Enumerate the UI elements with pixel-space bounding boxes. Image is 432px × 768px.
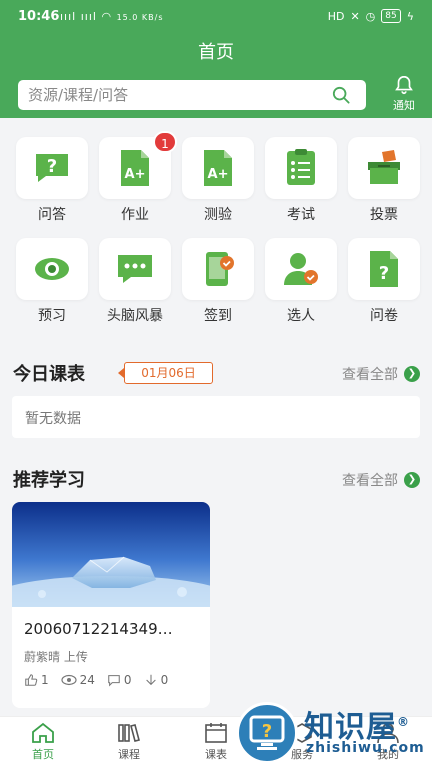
course-stats: 1 24 0 0 bbox=[24, 673, 168, 687]
app-preview[interactable]: 预习 bbox=[13, 238, 91, 334]
course-title[interactable]: 20060712214349… bbox=[24, 620, 204, 638]
eye-icon bbox=[61, 674, 77, 686]
watermark-logo: ? bbox=[236, 702, 298, 764]
svg-text:?: ? bbox=[47, 156, 57, 177]
mute-icon: ✕ bbox=[350, 9, 360, 23]
app-label: 预习 bbox=[38, 308, 66, 324]
download-icon bbox=[145, 674, 156, 686]
svg-text:A+: A+ bbox=[208, 167, 229, 182]
notify-label: 通知 bbox=[393, 99, 415, 112]
app-label: 问答 bbox=[38, 207, 66, 223]
questionnaire-icon: ? bbox=[370, 251, 398, 287]
svg-text:A+: A+ bbox=[125, 167, 146, 182]
app-label: 头脑风暴 bbox=[107, 308, 163, 324]
app-label: 问卷 bbox=[370, 308, 398, 324]
schedule-date-tag: 01月06日 bbox=[118, 362, 213, 384]
schedule-view-all[interactable]: 查看全部 ❯ bbox=[342, 364, 420, 384]
app-quiz[interactable]: A+ 测验 bbox=[179, 137, 257, 233]
app-questionnaire[interactable]: ? 问卷 bbox=[345, 238, 423, 334]
ice-image bbox=[12, 502, 210, 607]
schedule-empty: 暂无数据 bbox=[12, 396, 420, 438]
app-label: 测验 bbox=[204, 207, 232, 223]
search-bar[interactable] bbox=[18, 80, 366, 110]
charging-icon: ϟ bbox=[406, 9, 414, 23]
recommend-title: 推荐学习 bbox=[13, 470, 85, 491]
app-label: 签到 bbox=[204, 308, 232, 324]
app-label: 考试 bbox=[287, 207, 315, 223]
chat-bubble-icon bbox=[118, 255, 152, 283]
search-icon[interactable] bbox=[332, 86, 350, 104]
watermark-url: zhishiwu.com bbox=[306, 740, 425, 756]
status-right: HD ✕ ◷ 85 ϟ bbox=[327, 9, 414, 23]
search-input[interactable] bbox=[28, 80, 328, 110]
chevron-right-icon: ❯ bbox=[404, 366, 420, 382]
notify-button[interactable]: 通知 bbox=[386, 74, 422, 114]
app-label: 作业 bbox=[121, 207, 149, 223]
homework-icon: A+ bbox=[121, 150, 149, 186]
eye-icon bbox=[35, 258, 69, 280]
app-label: 投票 bbox=[370, 207, 398, 223]
tab-home[interactable]: 首页 bbox=[13, 722, 73, 762]
app-signin[interactable]: 签到 bbox=[179, 238, 257, 334]
watermark: ? 知识屋® zhishiwu.com bbox=[236, 698, 432, 768]
chevron-right-icon: ❯ bbox=[404, 472, 420, 488]
schedule-title: 今日课表 bbox=[13, 364, 85, 385]
homework-badge: 1 bbox=[153, 131, 177, 153]
battery-icon: 85 bbox=[381, 9, 401, 23]
app-label: 选人 bbox=[287, 308, 315, 324]
status-bar: 10:46 ıııl ıııl ◠ 15.0 KB/s HD ✕ ◷ 85 ϟ bbox=[0, 0, 432, 34]
course-uploader: 蔚紫晴 上传 bbox=[24, 650, 88, 664]
bell-icon bbox=[395, 75, 413, 95]
home-icon bbox=[32, 722, 54, 743]
svg-text:?: ? bbox=[379, 263, 389, 284]
app-homework[interactable]: A+ 1 作业 bbox=[96, 131, 177, 233]
wifi-icon: ◠ bbox=[101, 10, 117, 23]
ballot-box-icon bbox=[368, 150, 400, 184]
page-title: 首页 bbox=[198, 42, 234, 63]
course-thumbnail[interactable] bbox=[12, 502, 210, 607]
calendar-icon bbox=[205, 723, 227, 743]
exam-checklist-icon bbox=[287, 149, 315, 185]
signal-icon: ıııl ıııl ◠ 15.0 KB/s bbox=[60, 10, 164, 23]
app-qa[interactable]: ? 问答 bbox=[13, 137, 91, 233]
quiz-icon: A+ bbox=[204, 150, 232, 186]
recommend-view-all[interactable]: 查看全部 ❯ bbox=[342, 470, 420, 490]
alarm-icon: ◷ bbox=[365, 9, 376, 23]
app-brainstorm[interactable]: 头脑风暴 bbox=[96, 238, 174, 334]
app-header: 10:46 ıııl ıııl ◠ 15.0 KB/s HD ✕ ◷ 85 ϟ … bbox=[0, 0, 432, 118]
tab-courses[interactable]: 课程 bbox=[99, 722, 159, 762]
app-vote[interactable]: 投票 bbox=[345, 137, 423, 233]
svg-text:?: ? bbox=[262, 721, 272, 742]
phone-checkin-icon bbox=[206, 252, 234, 286]
monitor-question-icon: ? bbox=[249, 715, 285, 750]
books-icon bbox=[118, 724, 140, 742]
status-time: 10:46 bbox=[18, 9, 60, 24]
comment-icon bbox=[108, 675, 120, 687]
course-card[interactable]: 20060712214349… 蔚紫晴 上传 1 24 0 0 bbox=[12, 502, 210, 708]
person-select-icon bbox=[284, 253, 318, 285]
thumbs-up-icon bbox=[25, 674, 38, 686]
qa-icon: ? bbox=[36, 154, 68, 182]
app-pick-person[interactable]: 选人 bbox=[262, 238, 340, 334]
app-exam[interactable]: 考试 bbox=[262, 137, 340, 233]
